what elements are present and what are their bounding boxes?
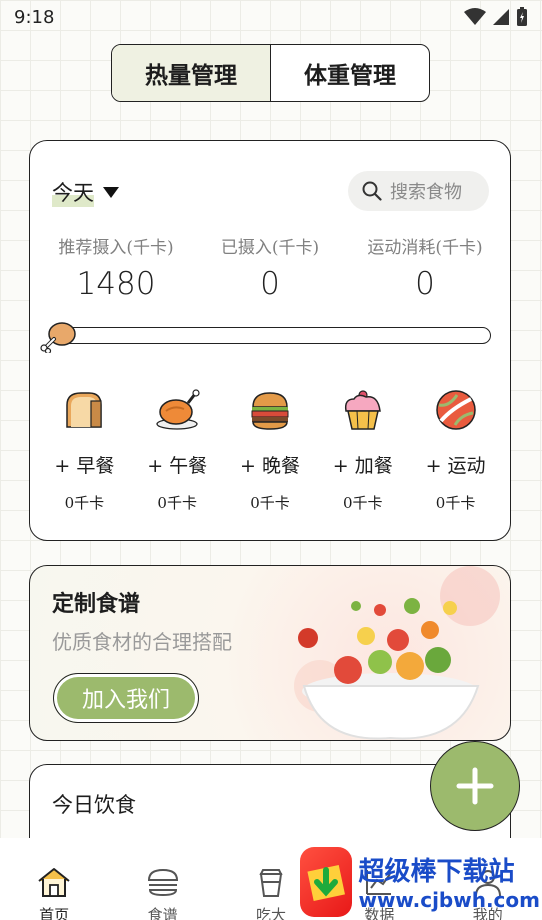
cupcake-icon — [344, 390, 381, 430]
custom-recipe-banner[interactable]: 定制食谱 优质食材的合理搭配 加入我们 — [29, 565, 511, 741]
stat-value: 1480 — [76, 266, 156, 302]
meal-kcal: 0千卡 — [157, 494, 197, 512]
site-watermark: 超级棒下载站 www.cjbwh.com — [300, 843, 540, 920]
stat-value: 0 — [260, 266, 280, 302]
status-icons — [464, 7, 528, 27]
nav-label: 食谱 — [147, 906, 178, 920]
watermark-title: 超级棒下载站 — [358, 857, 515, 887]
date-selector[interactable]: 今天 — [52, 177, 120, 207]
caret-down-icon — [103, 187, 119, 198]
wifi-icon — [464, 8, 486, 25]
stat-label: 运动消耗(千卡) — [367, 238, 483, 258]
stat-consumed: 已摄入(千卡) 0 — [190, 233, 350, 302]
search-icon — [362, 181, 382, 201]
today-diet-title: 今日饮食 — [52, 793, 136, 817]
meal-lunch[interactable]: + 午餐 0千卡 — [135, 387, 219, 513]
meal-kcal: 0千卡 — [64, 494, 105, 512]
join-button[interactable]: 加入我们 — [53, 673, 199, 723]
meal-breakfast[interactable]: + 早餐 0千卡 — [42, 387, 126, 513]
ball-icon — [435, 390, 476, 430]
watermark-text: 超级棒下载站 www.cjbwh.com — [358, 851, 540, 912]
status-bar: 9:18 — [0, 0, 542, 36]
nav-label: 首页 — [39, 906, 70, 920]
banner-title: 定制食谱 — [52, 591, 141, 617]
burger-outline-icon — [147, 868, 178, 897]
banner-subtitle: 优质食材的合理搭配 — [52, 630, 232, 654]
add-record-button[interactable] — [430, 741, 520, 831]
home-icon — [38, 868, 70, 897]
stat-burned: 运动消耗(千卡) 0 — [345, 233, 505, 302]
signal-icon — [493, 9, 509, 25]
watermark-logo — [300, 846, 353, 917]
meal-kcal: 0千卡 — [250, 494, 290, 512]
drumstick-icon — [40, 322, 76, 353]
mode-segmented-control: 热量管理 体重管理 — [111, 44, 430, 102]
nav-recipes[interactable]: 食谱 — [109, 866, 217, 920]
search-placeholder: 搜索食物 — [390, 182, 462, 203]
meal-label: + 午餐 — [147, 455, 208, 477]
meal-kcal: 0千卡 — [435, 494, 476, 512]
stat-value: 0 — [415, 266, 435, 302]
status-time: 9:18 — [14, 7, 55, 28]
roast-chicken-icon — [156, 389, 200, 430]
cup-icon — [259, 869, 283, 897]
plus-icon — [456, 767, 494, 805]
battery-icon — [517, 7, 527, 26]
meal-label: + 晚餐 — [240, 455, 300, 477]
download-arrow-icon — [307, 864, 346, 901]
calorie-progress-bar — [54, 327, 491, 344]
watermark-url: www.cjbwh.com — [358, 888, 540, 912]
calorie-summary-card: 今天 搜索食物 推荐摄入(千卡) 1480 已摄入(千卡) 0 运动消耗(千卡)… — [29, 140, 511, 541]
meal-label: + 早餐 — [54, 455, 115, 477]
tab-weight-management[interactable]: 体重管理 — [271, 45, 429, 101]
date-selector-label: 今天 — [52, 177, 94, 207]
stat-label: 已摄入(千卡) — [220, 238, 320, 258]
meal-exercise[interactable]: + 运动 0千卡 — [414, 387, 498, 513]
nav-home[interactable]: 首页 — [0, 866, 108, 920]
toast-icon — [66, 392, 103, 428]
nav-label: 吃大 — [255, 906, 286, 920]
meal-kcal: 0千卡 — [343, 494, 383, 512]
salad-bowl-image — [294, 566, 500, 740]
stat-label: 推荐摄入(千卡) — [58, 238, 174, 258]
meal-list: + 早餐 0千卡 + 午餐 0千卡 + 晚餐 0千卡 + 加餐 0千卡 + 运动… — [30, 387, 510, 513]
meal-snack[interactable]: + 加餐 0千卡 — [321, 387, 405, 513]
burger-icon — [251, 392, 289, 430]
stat-recommended: 推荐摄入(千卡) 1480 — [36, 233, 196, 302]
food-search-box[interactable]: 搜索食物 — [348, 171, 489, 211]
meal-dinner[interactable]: + 晚餐 0千卡 — [228, 387, 312, 513]
tab-calorie-management[interactable]: 热量管理 — [112, 45, 271, 101]
meal-label: + 运动 — [425, 455, 486, 477]
meal-label: + 加餐 — [332, 455, 393, 477]
